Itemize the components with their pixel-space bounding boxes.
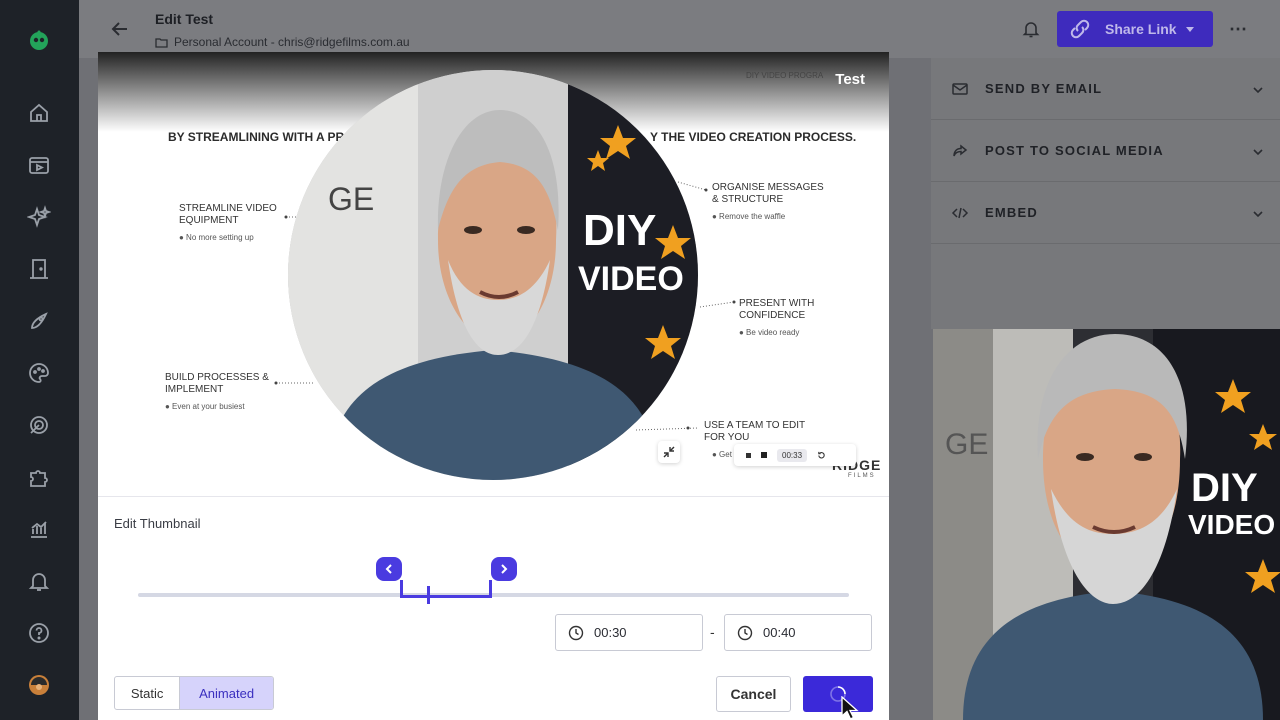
webcam-bubble[interactable]: DIY VIDEO GE bbox=[288, 70, 698, 480]
chevron-down-icon bbox=[1253, 211, 1263, 218]
page-title: Edit Test bbox=[155, 11, 214, 27]
door-icon[interactable] bbox=[27, 257, 51, 281]
palette-icon[interactable] bbox=[27, 361, 51, 385]
restart-icon[interactable] bbox=[817, 451, 826, 460]
send-by-email-row[interactable]: SEND BY EMAIL bbox=[931, 58, 1280, 120]
more-options-icon[interactable]: ⋯ bbox=[1229, 19, 1249, 39]
notifications-icon[interactable] bbox=[27, 569, 51, 593]
videos-icon[interactable] bbox=[27, 153, 51, 177]
thumbnail-mode-toggle: Static Animated bbox=[114, 676, 274, 710]
timeline-track[interactable] bbox=[138, 593, 849, 597]
chevron-down-icon bbox=[1253, 87, 1263, 94]
static-option[interactable]: Static bbox=[115, 677, 181, 709]
post-to-social-row[interactable]: POST TO SOCIAL MEDIA bbox=[931, 120, 1280, 182]
sparkle-icon[interactable] bbox=[26, 205, 52, 229]
clock-icon bbox=[737, 625, 753, 640]
mouse-cursor-icon bbox=[841, 696, 859, 720]
chevron-right-icon bbox=[501, 564, 508, 574]
clock-icon bbox=[568, 625, 584, 640]
edit-thumbnail-label: Edit Thumbnail bbox=[114, 516, 201, 531]
save-button[interactable] bbox=[803, 676, 873, 712]
playhead-marker[interactable] bbox=[427, 586, 430, 604]
send-by-email-label: SEND BY EMAIL bbox=[985, 81, 1103, 96]
webcam-preview: GE DIY VIDEO bbox=[933, 329, 1280, 720]
embed-row[interactable]: EMBED bbox=[931, 182, 1280, 244]
edit-thumbnail-modal: DIY VIDEO PROGRA Test BY STREAMLINING WI… bbox=[98, 52, 889, 720]
caret-down-icon bbox=[1185, 27, 1194, 32]
home-icon[interactable] bbox=[27, 101, 51, 125]
help-icon[interactable] bbox=[27, 621, 51, 645]
account-label: Personal Account - chris@ridgefilms.com.… bbox=[174, 35, 410, 49]
back-arrow-icon[interactable] bbox=[109, 18, 131, 40]
share-link-button[interactable]: Share Link bbox=[1057, 11, 1213, 47]
puzzle-icon[interactable] bbox=[27, 465, 51, 489]
end-time-field[interactable]: 00:40 bbox=[724, 614, 872, 651]
start-time-field[interactable]: 00:30 bbox=[555, 614, 703, 651]
cancel-button[interactable]: Cancel bbox=[716, 676, 791, 712]
range-end-handle[interactable] bbox=[491, 557, 517, 581]
stop-icon[interactable] bbox=[761, 452, 767, 458]
chevron-down-icon bbox=[1253, 149, 1263, 156]
folder-icon bbox=[155, 37, 168, 48]
video-preview[interactable]: DIY VIDEO PROGRA Test BY STREAMLINING WI… bbox=[98, 52, 889, 496]
avatar[interactable] bbox=[27, 673, 51, 697]
presenter-image: DIY VIDEO GE bbox=[288, 70, 698, 480]
account-breadcrumb: Personal Account - chris@ridgefilms.com.… bbox=[155, 35, 410, 49]
recording-controls: 00:33 bbox=[734, 444, 856, 466]
page-header: Edit Test Personal Account - chris@ridge… bbox=[79, 0, 1280, 58]
svg-text:DIY: DIY bbox=[1191, 466, 1258, 510]
svg-text:DIY: DIY bbox=[583, 206, 656, 255]
animated-option[interactable]: Animated bbox=[180, 677, 273, 709]
left-nav-rail bbox=[0, 0, 79, 720]
selected-range bbox=[400, 580, 492, 598]
svg-text:GE: GE bbox=[328, 181, 374, 217]
presenter-camera-image: GE DIY VIDEO bbox=[933, 329, 1280, 720]
share-link-label: Share Link bbox=[1105, 21, 1177, 37]
code-icon bbox=[951, 207, 969, 218]
svg-text:VIDEO: VIDEO bbox=[1188, 509, 1275, 540]
end-time-value: 00:40 bbox=[763, 625, 796, 640]
divider bbox=[98, 496, 889, 497]
range-start-handle[interactable] bbox=[376, 557, 402, 581]
analytics-icon[interactable] bbox=[27, 517, 51, 541]
time-range-separator: - bbox=[710, 624, 715, 640]
share-icon bbox=[953, 143, 968, 156]
post-to-social-label: POST TO SOCIAL MEDIA bbox=[985, 143, 1164, 158]
pause-icon[interactable] bbox=[746, 452, 751, 458]
svg-text:VIDEO: VIDEO bbox=[578, 260, 684, 298]
start-time-value: 00:30 bbox=[594, 625, 627, 640]
link-icon bbox=[1070, 19, 1090, 39]
ridge-logo-sub: FILMS bbox=[848, 473, 876, 479]
minimize-icon[interactable] bbox=[658, 441, 680, 463]
svg-text:GE: GE bbox=[945, 428, 988, 461]
embed-label: EMBED bbox=[985, 205, 1038, 220]
target-icon[interactable] bbox=[27, 413, 51, 437]
recording-time: 00:33 bbox=[777, 448, 808, 462]
share-options-panel: SEND BY EMAIL POST TO SOCIAL MEDIA EMBED bbox=[931, 58, 1280, 329]
chevron-left-icon bbox=[385, 564, 392, 574]
app-logo-icon[interactable] bbox=[27, 28, 51, 52]
bell-icon[interactable] bbox=[1021, 19, 1041, 39]
mail-icon bbox=[952, 82, 968, 95]
rocket-icon[interactable] bbox=[27, 309, 51, 333]
